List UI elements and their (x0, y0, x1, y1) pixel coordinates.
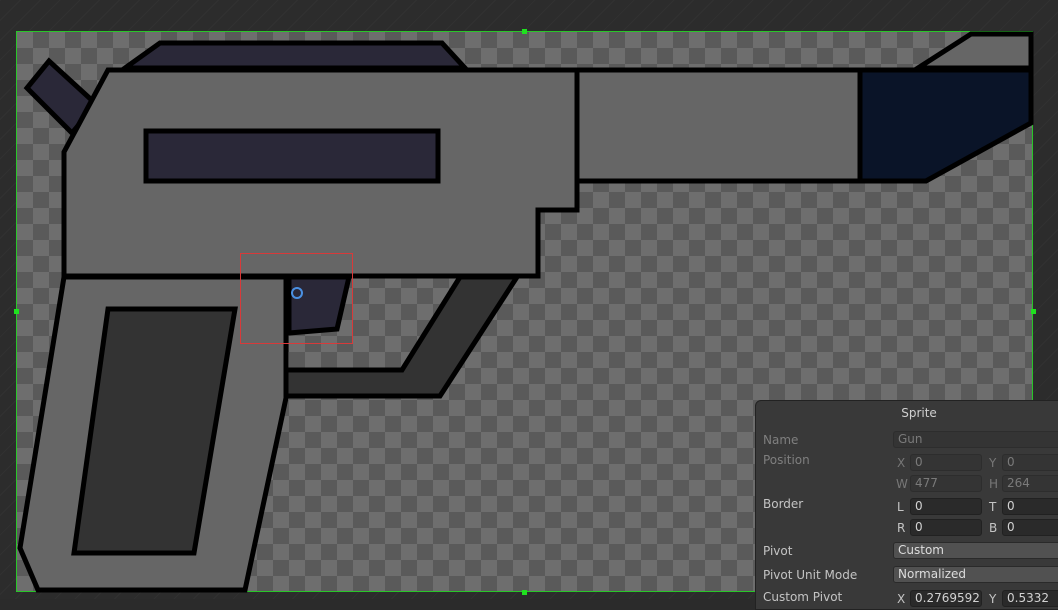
pivot-unit-mode-label: Pivot Unit Mode (763, 568, 858, 582)
custom-pivot-y-label: Y (989, 592, 997, 606)
position-x-field[interactable]: 0 (910, 454, 982, 471)
top-rail (117, 40, 471, 71)
name-label: Name (763, 433, 799, 447)
trigger (286, 274, 353, 336)
barrel-tip (857, 67, 1034, 184)
h-label: H (989, 477, 999, 491)
width-field[interactable]: 477 (910, 475, 982, 492)
pivot-unit-mode-dropdown[interactable]: Normalized (893, 566, 1058, 583)
resize-handle-right[interactable] (1031, 309, 1036, 314)
slide-window (143, 128, 441, 184)
custom-pivot-label: Custom Pivot (763, 590, 843, 604)
position-y-field[interactable]: 0 (1002, 454, 1058, 471)
name-field[interactable]: Gun (893, 431, 1058, 448)
border-right-field[interactable]: 0 (910, 519, 982, 536)
border-left-field[interactable]: 0 (910, 498, 982, 515)
y-label: Y (989, 456, 997, 470)
w-label: W (896, 477, 908, 491)
r-label: R (897, 521, 906, 535)
position-label: Position (763, 453, 810, 467)
height-field[interactable]: 264 (1002, 475, 1058, 492)
panel-title: Sprite (901, 406, 937, 420)
border-label: Border (763, 497, 804, 511)
t-label: T (989, 500, 997, 514)
pivot-dropdown[interactable]: Custom (893, 542, 1058, 559)
resize-handle-top[interactable] (522, 29, 527, 34)
border-bottom-field[interactable]: 0 (1002, 519, 1058, 536)
sprite-inspector-panel: Sprite Name Gun Position X 0 Y 0 W 477 H… (755, 400, 1058, 610)
barrel (574, 67, 863, 184)
border-top-field[interactable]: 0 (1002, 498, 1058, 515)
resize-handle-bottom[interactable] (522, 590, 527, 595)
b-label: B (989, 521, 998, 535)
x-label: X (897, 456, 906, 470)
resize-handle-left[interactable] (14, 309, 19, 314)
l-label: L (897, 500, 904, 514)
custom-pivot-x-label: X (897, 592, 906, 606)
pivot-label: Pivot (763, 544, 793, 558)
front-sight (909, 31, 1034, 71)
